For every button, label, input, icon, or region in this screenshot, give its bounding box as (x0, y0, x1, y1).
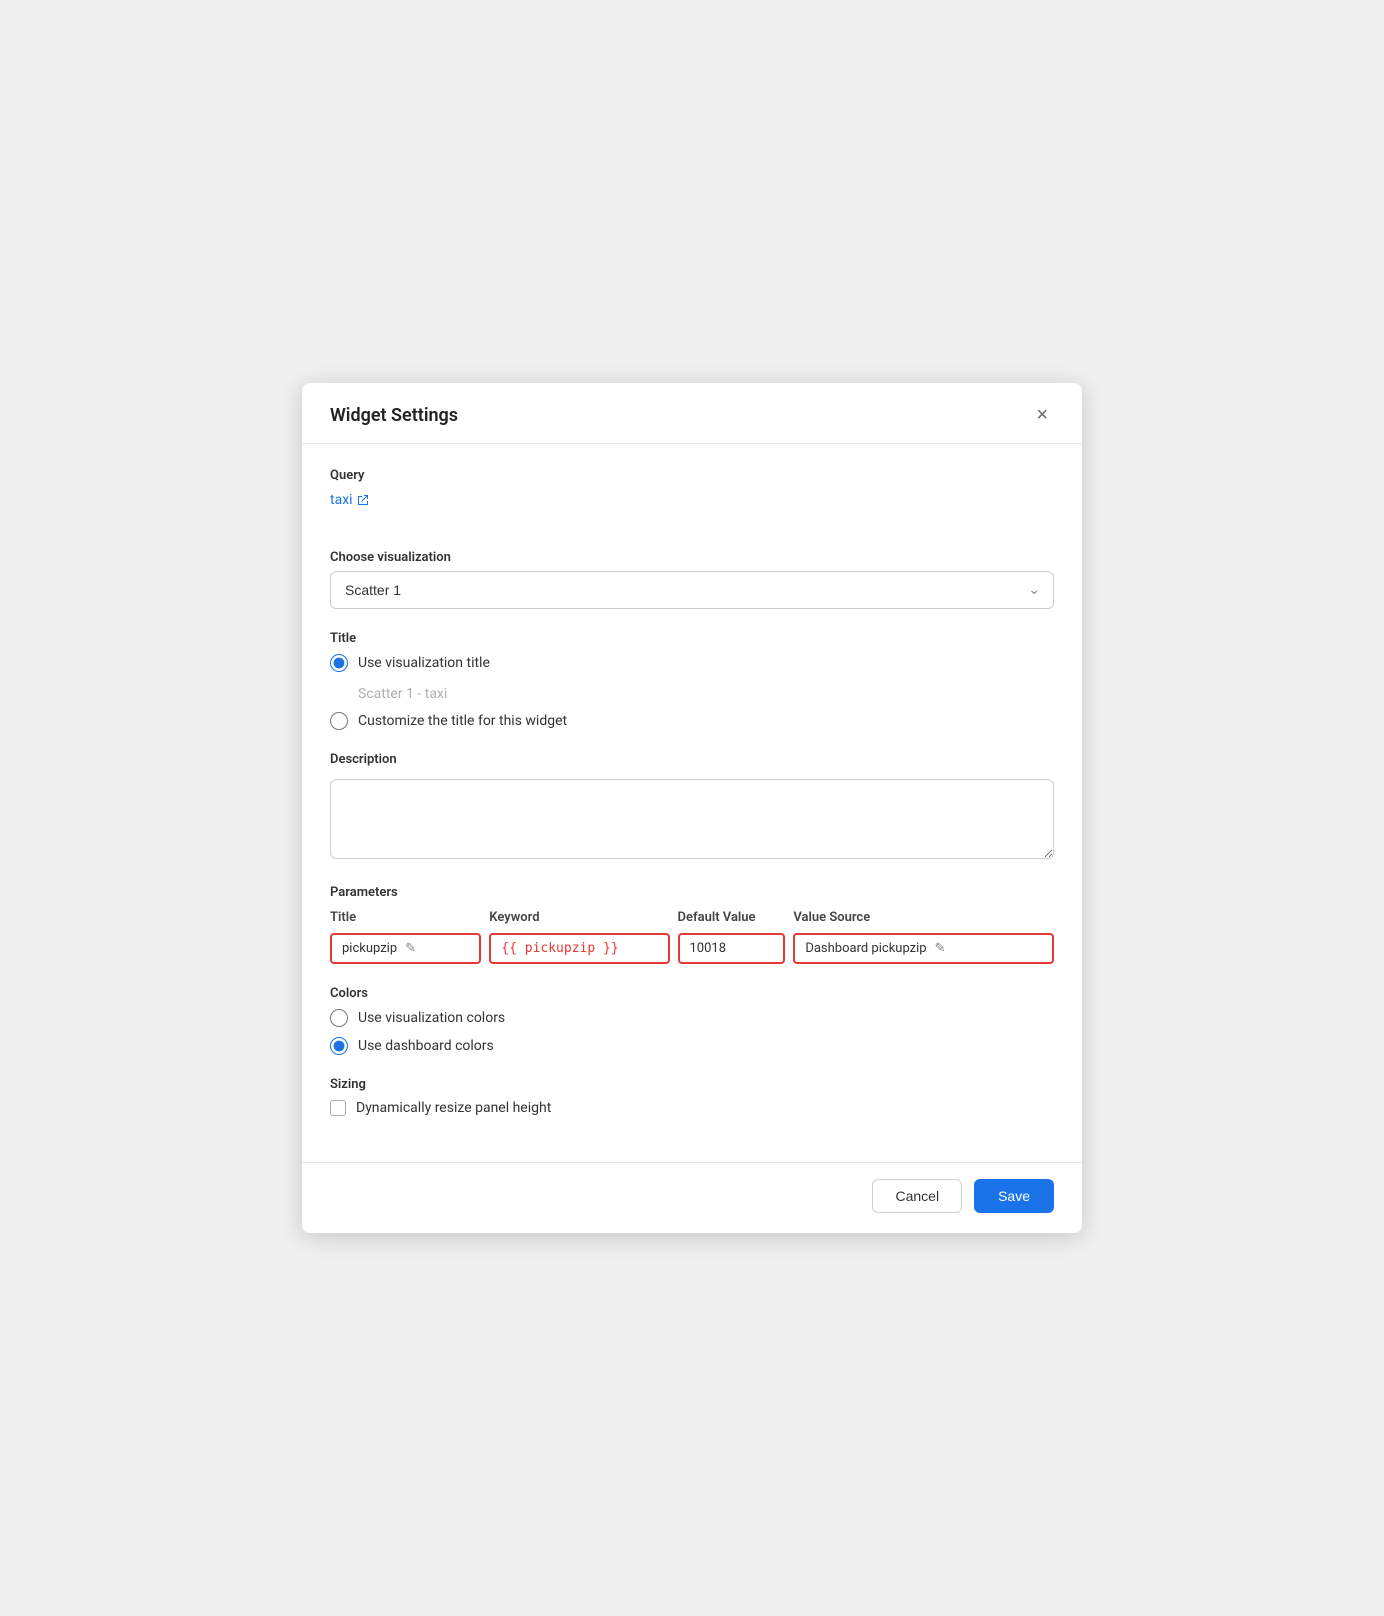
customize-title-radio[interactable] (330, 712, 348, 730)
viz-title-placeholder: Scatter 1 - taxi (358, 686, 1054, 702)
description-label: Description (330, 752, 1054, 767)
use-dashboard-colors-radio[interactable] (330, 1037, 348, 1055)
colors-radio-group: Use visualization colors Use dashboard c… (330, 1009, 1054, 1055)
query-link-text: taxi (330, 492, 353, 508)
param-default-cell: 10018 (678, 933, 794, 964)
param-title-inner: pickupzip ✎ (330, 933, 481, 964)
param-source-cell: Dashboard pickupzip ✎ (793, 933, 1054, 964)
sizing-section: Sizing Dynamically resize panel height (330, 1077, 1054, 1116)
param-keyword-value: {{ pickupzip }} (501, 941, 618, 956)
query-label: Query (330, 468, 1054, 483)
param-title-edit-icon[interactable]: ✎ (405, 941, 416, 956)
title-section-label: Title (330, 631, 1054, 646)
sizing-label: Sizing (330, 1077, 1054, 1092)
colors-section: Colors Use visualization colors Use dash… (330, 986, 1054, 1055)
close-button[interactable]: × (1030, 403, 1054, 427)
use-viz-title-option[interactable]: Use visualization title (330, 654, 1054, 672)
use-viz-colors-label: Use visualization colors (358, 1010, 505, 1026)
param-keyword-inner: {{ pickupzip }} (489, 933, 669, 964)
title-section: Title Use visualization title Scatter 1 … (330, 631, 1054, 730)
col-header-keyword: Keyword (489, 910, 677, 933)
use-viz-colors-option[interactable]: Use visualization colors (330, 1009, 1054, 1027)
parameters-section: Parameters Title Keyword Default Value V… (330, 885, 1054, 964)
dynamic-resize-label: Dynamically resize panel height (356, 1100, 551, 1116)
query-link[interactable]: taxi (330, 492, 369, 508)
param-source-edit-icon[interactable]: ✎ (935, 941, 946, 956)
cancel-button[interactable]: Cancel (872, 1179, 962, 1213)
param-source-inner: Dashboard pickupzip ✎ (793, 933, 1054, 964)
modal-header: Widget Settings × (302, 383, 1082, 444)
param-default-value: 10018 (690, 941, 727, 956)
param-default-inner: 10018 (678, 933, 786, 964)
use-dashboard-colors-label: Use dashboard colors (358, 1038, 494, 1054)
visualization-label: Choose visualization (330, 550, 1054, 565)
visualization-select-wrapper: Scatter 1Bar 1Line 1Table 1 ⌄ (330, 571, 1054, 609)
modal-body: Query taxi Choose visualization Scatter … (302, 444, 1082, 1162)
dynamic-resize-option[interactable]: Dynamically resize panel height (330, 1100, 1054, 1116)
external-link-icon (357, 494, 369, 506)
modal-title: Widget Settings (330, 405, 458, 426)
description-section: Description (330, 752, 1054, 863)
visualization-section: Choose visualization Scatter 1Bar 1Line … (330, 550, 1054, 609)
use-dashboard-colors-option[interactable]: Use dashboard colors (330, 1037, 1054, 1055)
use-viz-title-label: Use visualization title (358, 655, 490, 671)
param-title-cell: pickupzip ✎ (330, 933, 489, 964)
customize-title-label: Customize the title for this widget (358, 713, 567, 729)
customize-title-option[interactable]: Customize the title for this widget (330, 712, 1054, 730)
use-viz-colors-radio[interactable] (330, 1009, 348, 1027)
param-source-value: Dashboard pickupzip (805, 941, 926, 956)
use-viz-title-radio[interactable] (330, 654, 348, 672)
parameters-table: Title Keyword Default Value Value Source… (330, 910, 1054, 964)
description-textarea[interactable] (330, 779, 1054, 859)
param-keyword-cell: {{ pickupzip }} (489, 933, 677, 964)
col-header-source: Value Source (793, 910, 1054, 933)
table-row: pickupzip ✎ {{ pickupzip }} 10018 (330, 933, 1054, 964)
dynamic-resize-checkbox[interactable] (330, 1100, 346, 1116)
title-radio-group: Use visualization title Scatter 1 - taxi… (330, 654, 1054, 730)
query-section: Query taxi (330, 468, 1054, 528)
parameters-label: Parameters (330, 885, 1054, 900)
colors-label: Colors (330, 986, 1054, 1001)
widget-settings-modal: Widget Settings × Query taxi Choose visu… (302, 383, 1082, 1233)
save-button[interactable]: Save (974, 1179, 1054, 1213)
visualization-select[interactable]: Scatter 1Bar 1Line 1Table 1 (330, 571, 1054, 609)
modal-footer: Cancel Save (302, 1162, 1082, 1233)
col-header-default: Default Value (678, 910, 794, 933)
col-header-title: Title (330, 910, 489, 933)
param-title-value: pickupzip (342, 941, 397, 956)
